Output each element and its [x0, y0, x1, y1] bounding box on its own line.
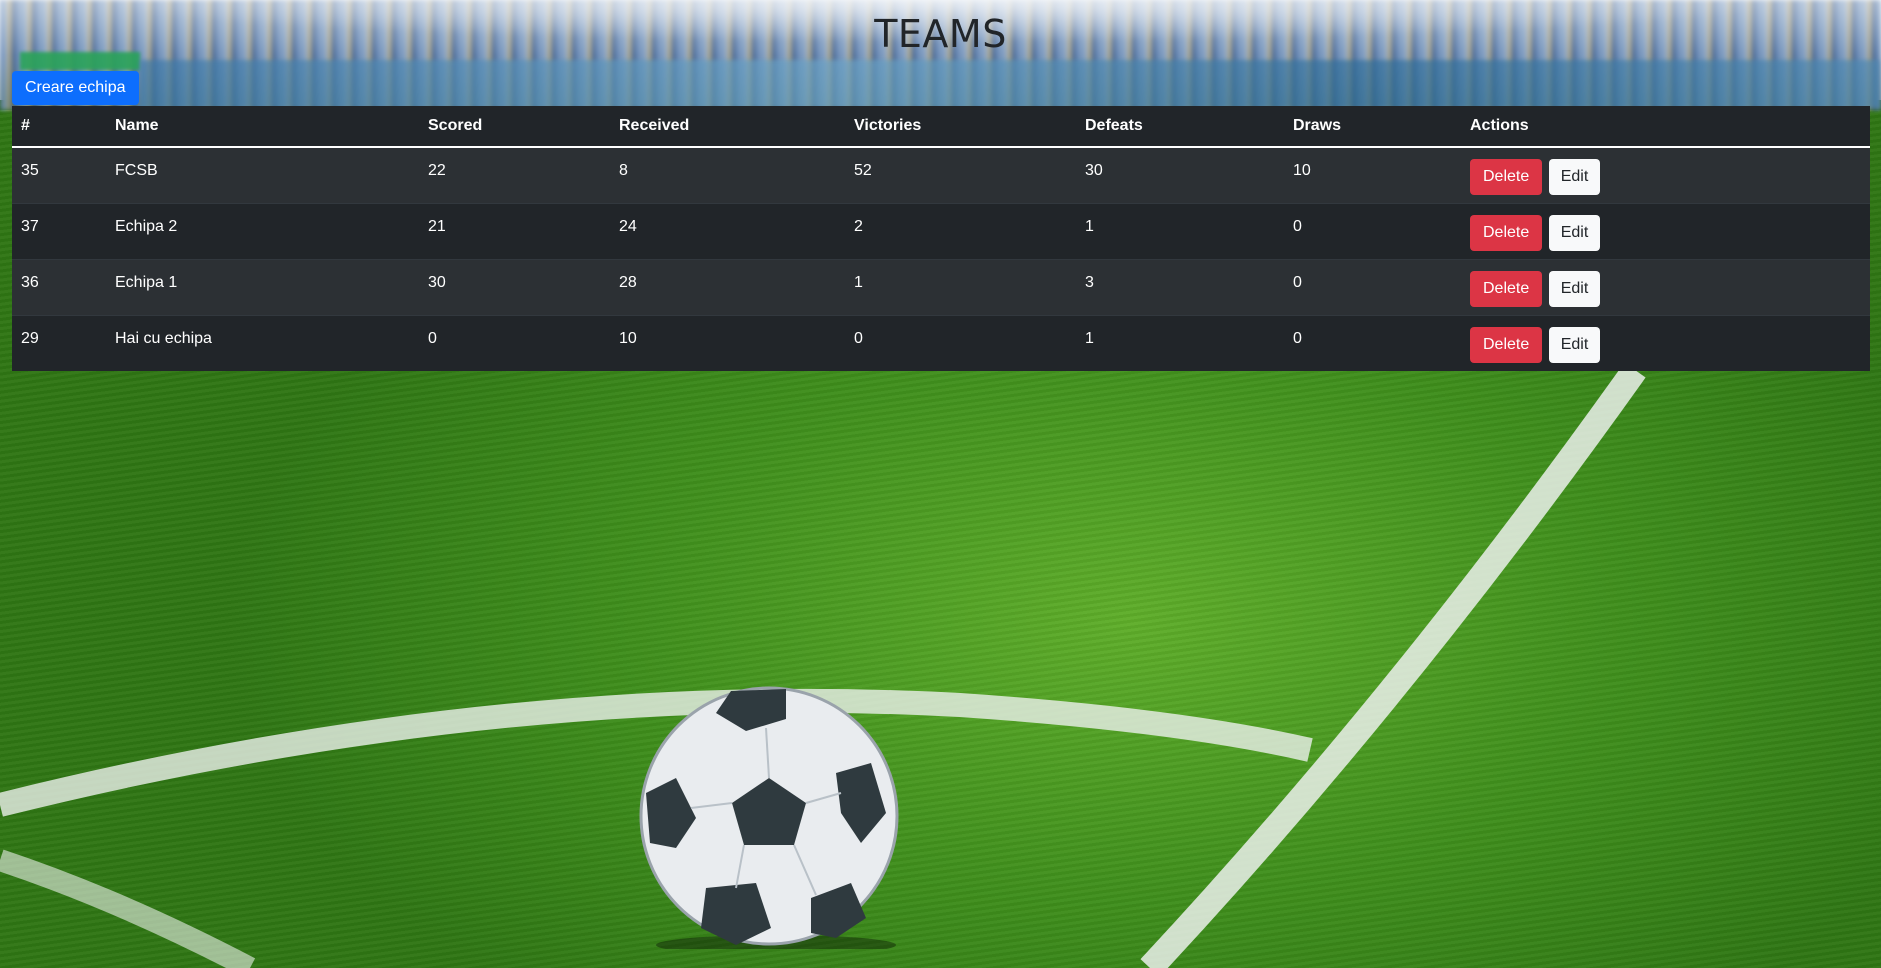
create-team-button[interactable]: Creare echipa [12, 71, 139, 105]
cell-draws: 0 [1284, 202, 1461, 259]
table-row: 35 FCSB 22 8 52 30 10 Delete Edit [12, 146, 1870, 203]
cell-victories: 0 [845, 314, 1076, 371]
edit-button[interactable]: Edit [1548, 326, 1601, 363]
cell-received: 10 [610, 314, 845, 371]
cell-id: 35 [12, 146, 106, 203]
header-scored: Scored [419, 106, 610, 148]
cell-draws: 0 [1284, 314, 1461, 371]
cell-defeats: 3 [1076, 258, 1284, 315]
table-row: 36 Echipa 1 30 28 1 3 0 Delete Edit [12, 258, 1870, 315]
header-victories: Victories [845, 106, 1076, 148]
edit-button[interactable]: Edit [1548, 159, 1601, 195]
cell-received: 24 [610, 202, 845, 259]
header-id: # [12, 106, 106, 148]
teams-table-container: # Name Scored Received Victories Defeats… [12, 106, 1870, 371]
table-header: # Name Scored Received Victories Defeats… [12, 106, 1870, 148]
cell-id: 36 [12, 258, 106, 315]
cell-victories: 52 [845, 146, 1076, 203]
cell-received: 28 [610, 258, 845, 315]
cell-draws: 0 [1284, 258, 1461, 315]
table-row: 37 Echipa 2 21 24 2 1 0 Delete Edit [12, 202, 1870, 259]
header-name: Name [106, 106, 419, 148]
table-row: 29 Hai cu echipa 0 10 0 1 0 Delete Edit [12, 314, 1870, 371]
table-body: 35 FCSB 22 8 52 30 10 Delete Edit 37 Ech… [12, 146, 1870, 371]
cell-name: Hai cu echipa [106, 314, 419, 371]
cell-name: Echipa 1 [106, 258, 419, 315]
cell-scored: 0 [419, 314, 610, 371]
edit-button[interactable]: Edit [1548, 214, 1601, 251]
delete-button[interactable]: Delete [1470, 159, 1543, 195]
cell-defeats: 1 [1076, 202, 1284, 259]
cell-actions: Delete Edit [1461, 258, 1870, 315]
cell-name: Echipa 2 [106, 202, 419, 259]
header-received: Received [610, 106, 845, 148]
cell-victories: 2 [845, 202, 1076, 259]
teams-page: TEAMS Creare echipa # Name Scored Receiv… [0, 0, 1881, 968]
soccer-ball-icon [639, 686, 899, 949]
header-actions: Actions [1461, 106, 1870, 148]
cell-draws: 10 [1284, 146, 1461, 203]
cell-actions: Delete Edit [1461, 314, 1870, 371]
cell-actions: Delete Edit [1461, 146, 1870, 203]
delete-button[interactable]: Delete [1470, 270, 1543, 307]
teams-table: # Name Scored Received Victories Defeats… [12, 106, 1870, 371]
delete-button[interactable]: Delete [1470, 214, 1543, 251]
cell-defeats: 30 [1076, 146, 1284, 203]
edit-button[interactable]: Edit [1548, 270, 1601, 307]
cell-id: 37 [12, 202, 106, 259]
delete-button[interactable]: Delete [1470, 326, 1543, 363]
header-defeats: Defeats [1076, 106, 1284, 148]
cell-defeats: 1 [1076, 314, 1284, 371]
cell-scored: 22 [419, 146, 610, 203]
header-row: # Name Scored Received Victories Defeats… [12, 106, 1870, 148]
cell-actions: Delete Edit [1461, 202, 1870, 259]
cell-scored: 30 [419, 258, 610, 315]
header-draws: Draws [1284, 106, 1461, 148]
cell-id: 29 [12, 314, 106, 371]
cell-scored: 21 [419, 202, 610, 259]
page-title: TEAMS [874, 12, 1007, 56]
cell-received: 8 [610, 146, 845, 203]
cell-victories: 1 [845, 258, 1076, 315]
cell-name: FCSB [106, 146, 419, 203]
